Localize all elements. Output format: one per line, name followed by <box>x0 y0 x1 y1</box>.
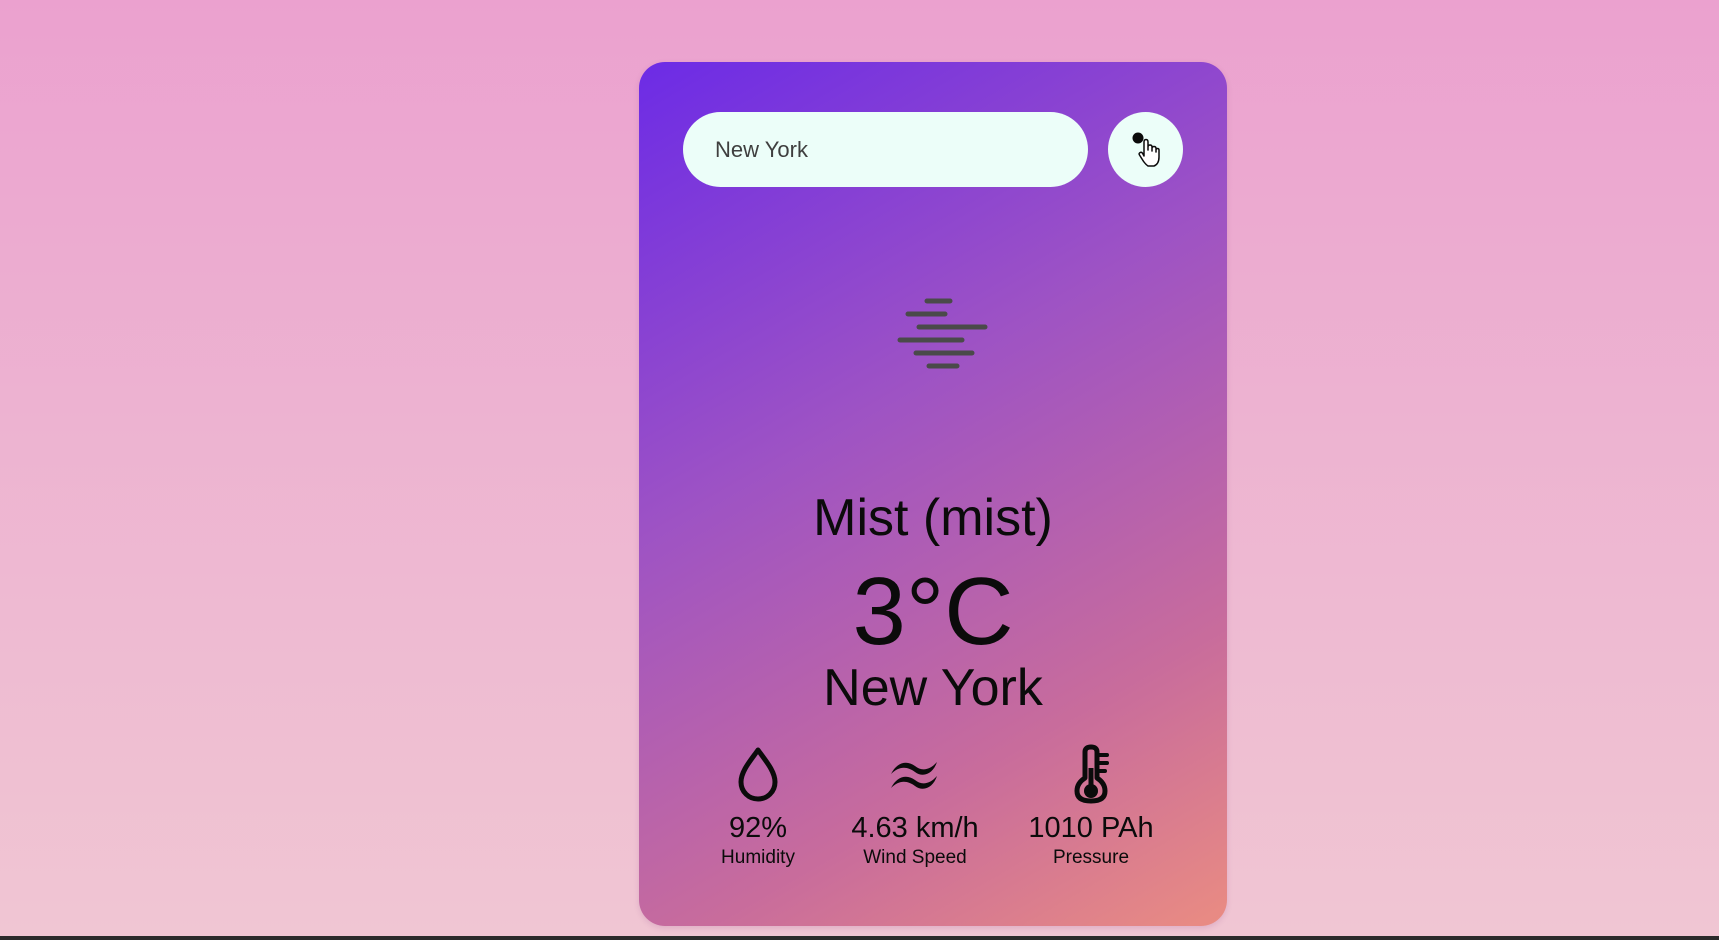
water-drop-icon <box>728 744 788 804</box>
search-icon <box>1129 130 1163 170</box>
mist-icon <box>871 292 995 372</box>
temperature: 3°C <box>852 558 1014 665</box>
wind-speed-label: Wind Speed <box>863 846 967 868</box>
thermometer-icon <box>1061 744 1121 804</box>
city-search-input[interactable] <box>683 112 1088 187</box>
pressure-detail: 1010 PAh Pressure <box>991 744 1191 869</box>
weather-description: Mist (mist) <box>813 489 1053 547</box>
search-button[interactable] <box>1108 112 1183 187</box>
wind-speed-detail: 4.63 km/h Wind Speed <box>815 744 1015 869</box>
screen-bottom-edge <box>0 936 1719 940</box>
city-name: New York <box>823 659 1043 717</box>
wind-icon <box>885 744 945 804</box>
pressure-value: 1010 PAh <box>1028 812 1154 844</box>
pressure-label: Pressure <box>1052 846 1130 868</box>
wind-speed-value: 4.63 km/h <box>851 812 979 844</box>
weather-card: Mist (mist) 3°C New York 92% Humidity 4.… <box>639 62 1227 926</box>
